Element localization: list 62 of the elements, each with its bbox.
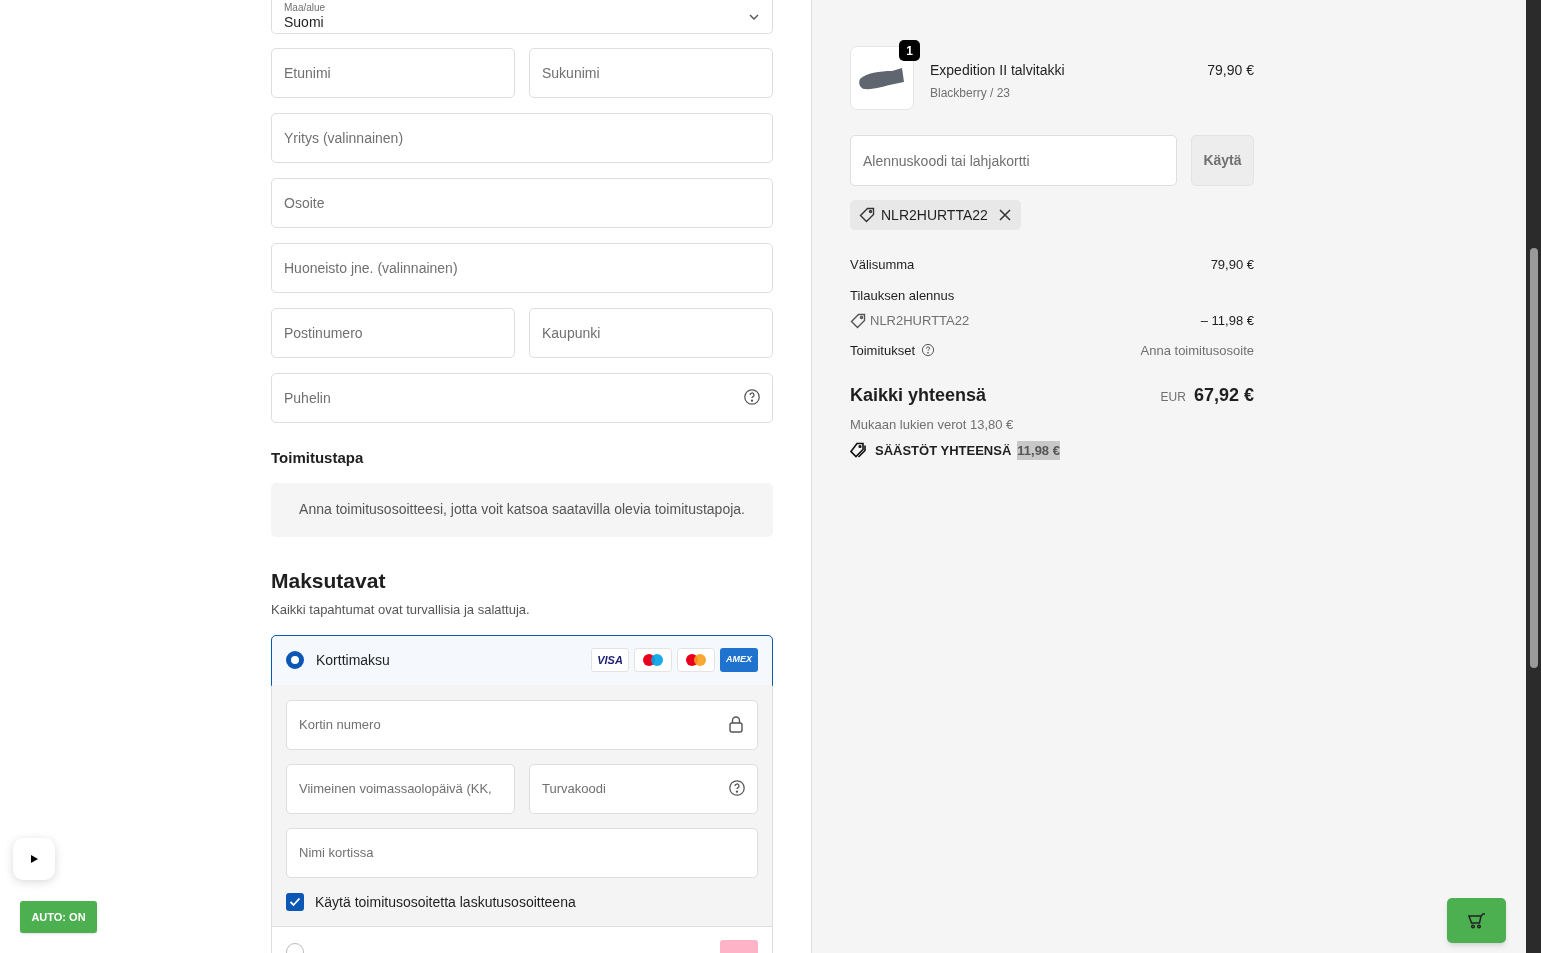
- input-field[interactable]: Kaupunki: [529, 308, 773, 358]
- close-icon[interactable]: [997, 208, 1012, 222]
- savings-label: SÄÄSTÖT YHTEENSÄ: [875, 441, 1012, 460]
- discount-field[interactable]: Alennuskoodi tai lahjakortti: [850, 135, 1177, 186]
- country-select[interactable]: Maa/alue Suomi: [271, 0, 773, 34]
- input-field[interactable]: Turvakoodi: [529, 763, 758, 814]
- maestro-logo: [634, 648, 672, 672]
- section-subtitle: Kaikki tapahtumat ovat turvallisia ja salattuja.: [271, 601, 531, 619]
- input-field[interactable]: Huoneisto jne. (valinnainen): [271, 243, 773, 293]
- check-icon: [289, 897, 301, 907]
- product-name: Expedition II talvitakki: [930, 61, 1065, 80]
- input-field[interactable]: Postinumero: [271, 308, 515, 358]
- section-heading: Toimitustapa: [271, 448, 365, 468]
- summary-value: – 11,98 €: [1200, 312, 1254, 330]
- tag-icon: [850, 442, 869, 459]
- input-field[interactable]: Viimeinen voimassaolopäivä (KK,: [286, 763, 515, 814]
- input-field[interactable]: Osoite: [271, 178, 773, 228]
- radio-button[interactable]: [286, 651, 304, 669]
- help-icon[interactable]: [921, 343, 936, 358]
- discount-code: NLR2HURTTA22: [870, 312, 970, 330]
- tag-icon: [850, 312, 866, 329]
- visa-logo: VISA: [591, 648, 629, 672]
- apply-button[interactable]: Käytä: [1191, 135, 1254, 186]
- input-field[interactable]: Etunimi: [271, 48, 515, 98]
- chevron-down-icon: [748, 12, 760, 21]
- input-field[interactable]: Sukunimi: [529, 48, 773, 98]
- payment-label: Korttimaksu: [316, 650, 390, 670]
- amex-logo: AMEX: [720, 648, 758, 672]
- mastercard-logo: [677, 648, 715, 672]
- cart-button[interactable]: [1447, 898, 1506, 943]
- discount-code: NLR2HURTTA22: [881, 205, 988, 225]
- input-field[interactable]: Puhelin: [271, 373, 773, 423]
- checkbox-label: Käytä toimitusosoitetta laskutusosoitteena: [315, 892, 576, 912]
- help-icon[interactable]: [728, 778, 746, 797]
- field-value: Suomi: [284, 14, 325, 32]
- play-icon: [30, 855, 38, 863]
- cart-icon: [1467, 912, 1486, 929]
- payment-option[interactable]: Korttimaksu VISA AMEX: [271, 634, 773, 686]
- input-field[interactable]: Yritys (valinnainen): [271, 113, 773, 163]
- summary-label: Välisumma: [850, 256, 915, 274]
- shipping-notice: Anna toimitusosoitteesi, jotta voit katsoa saatavilla olevia toimitustapoja.: [271, 482, 773, 537]
- field-label: Maa/alue: [284, 1, 326, 14]
- section-heading: Maksutavat: [271, 567, 387, 594]
- total-label: Kaikki yhteensä: [850, 384, 987, 407]
- tax-note: Mukaan lukien verot 13,80 €: [850, 416, 1015, 434]
- summary-value: 79,90 €: [1210, 256, 1254, 274]
- tag-icon: [859, 207, 875, 223]
- input-field[interactable]: Kortin numero: [286, 699, 758, 750]
- checkbox[interactable]: [286, 893, 304, 911]
- savings-amount: 11,98 €: [1017, 440, 1060, 460]
- product-thumbnail: [850, 46, 914, 110]
- summary-label: Tilauksen alennus: [850, 286, 956, 305]
- product-variant: Blackberry / 23: [930, 85, 1012, 102]
- lock-icon: [728, 714, 744, 733]
- input-field[interactable]: Nimi kortissa: [286, 827, 758, 878]
- summary-value: Anna toimitusosoite: [1140, 341, 1254, 360]
- currency-code: EUR: [1160, 389, 1186, 406]
- help-icon[interactable]: [743, 388, 761, 406]
- product-price: 79,90 €: [1207, 61, 1254, 80]
- quantity-badge: 1: [899, 40, 920, 61]
- summary-label: Toimitukset: [850, 341, 916, 360]
- total-amount: 67,92 €: [1193, 384, 1254, 407]
